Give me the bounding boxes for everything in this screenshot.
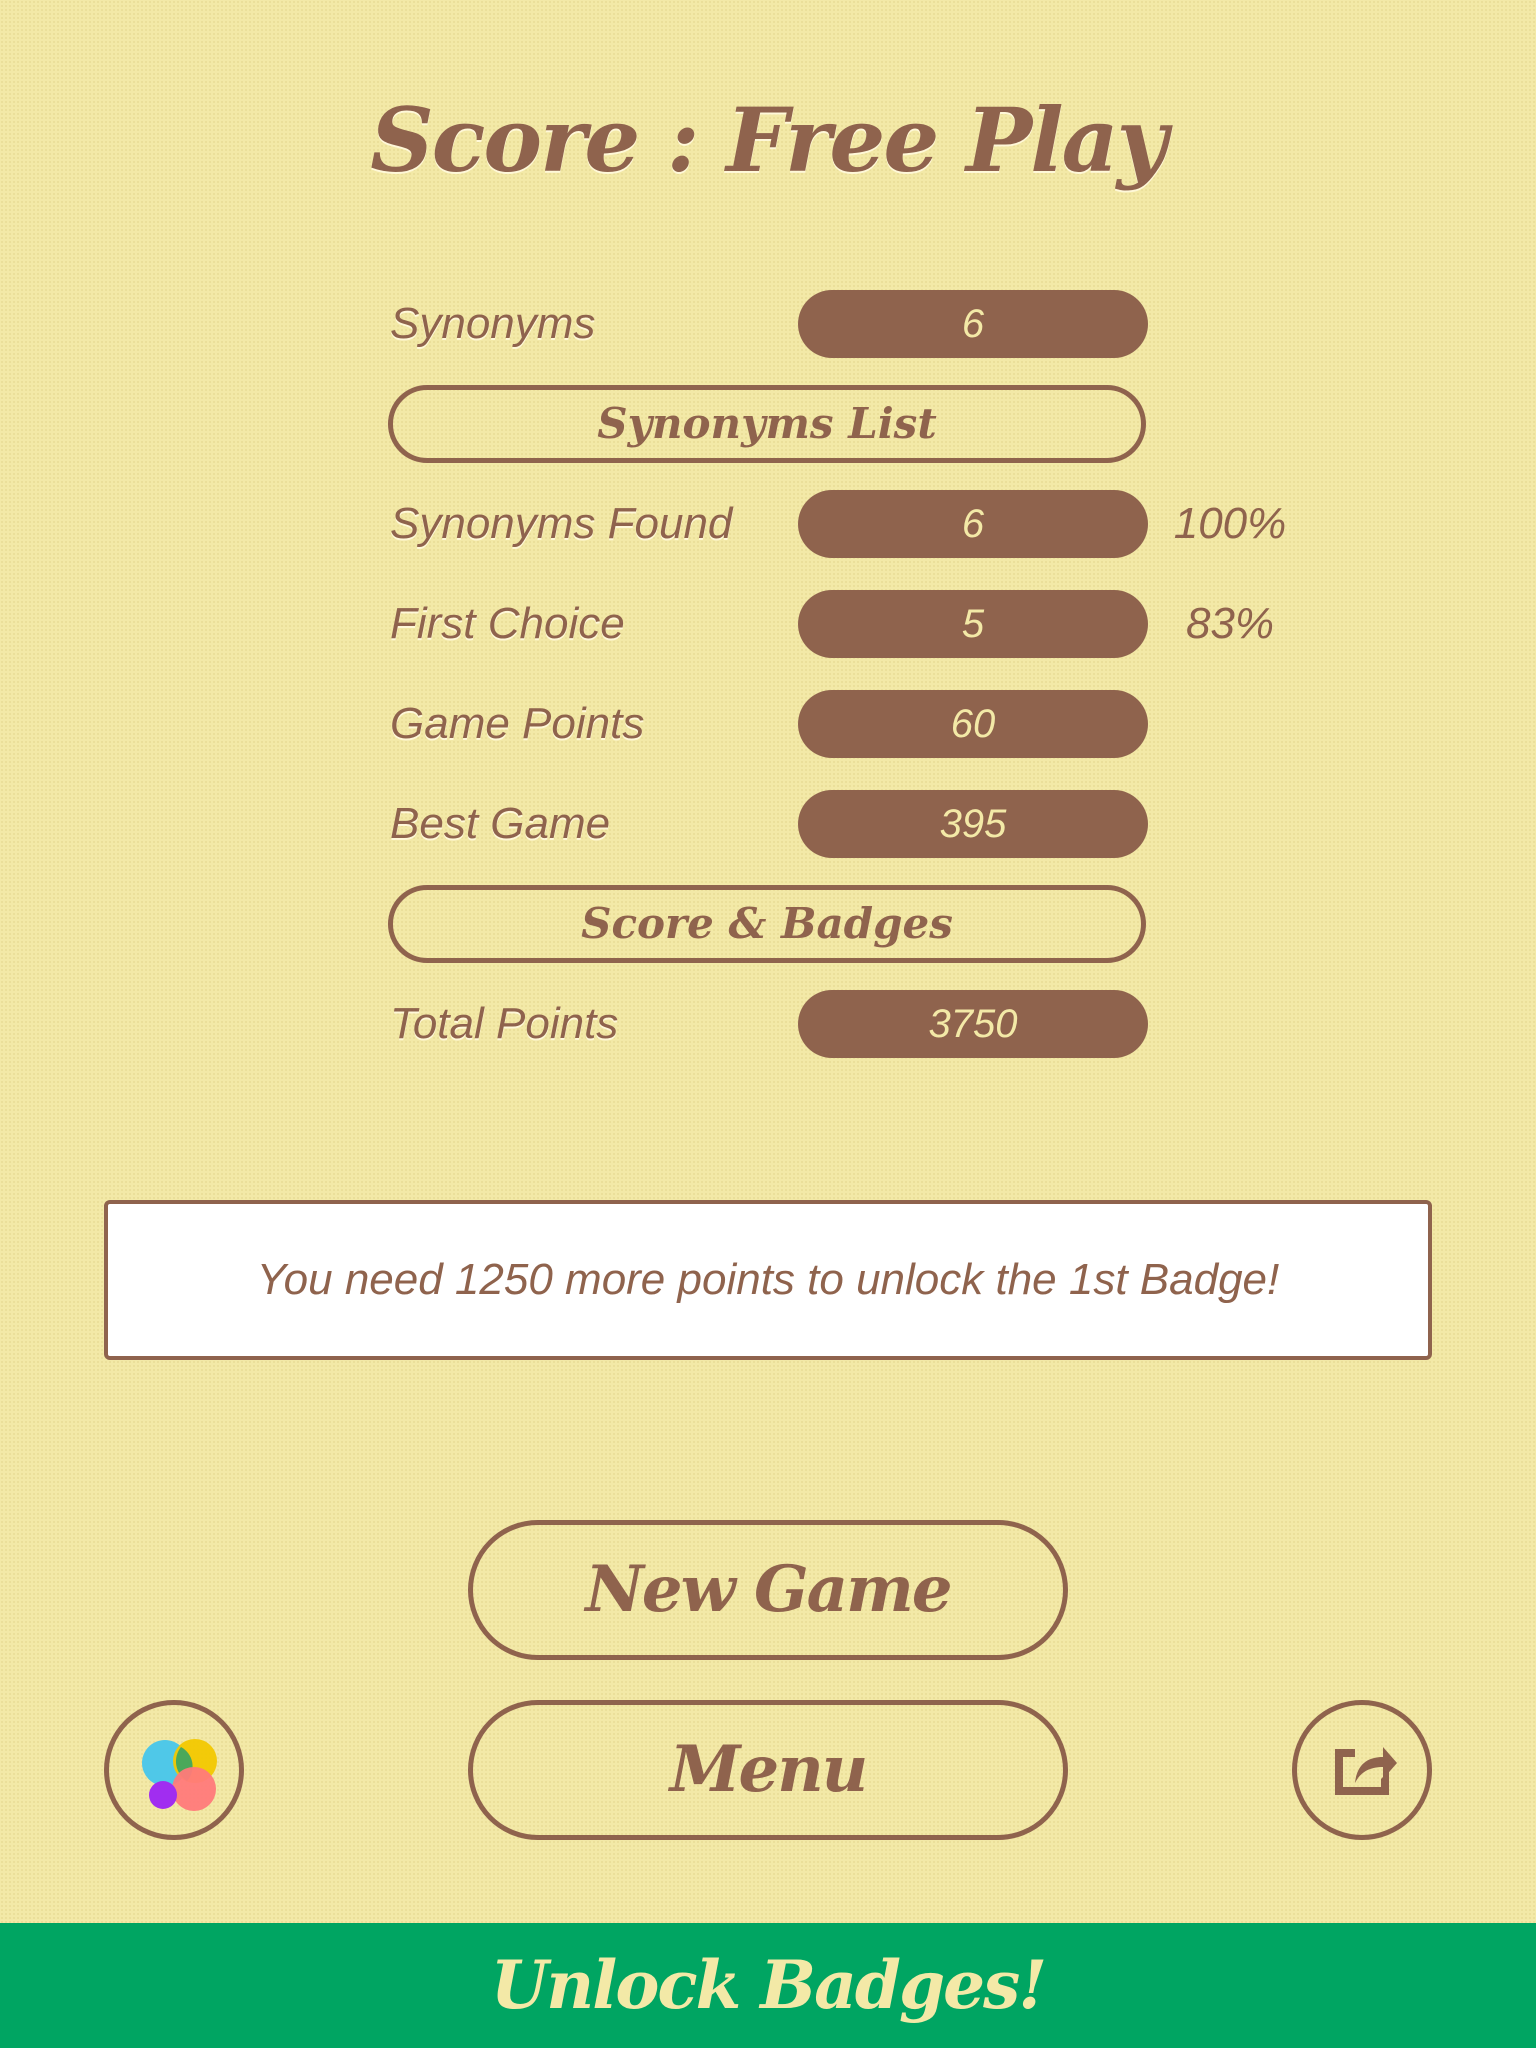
stat-row-best-game: Best Game 395 — [390, 790, 1290, 858]
stat-label: First Choice — [390, 599, 625, 648]
stat-row-synonyms: Synonyms 6 — [390, 290, 1290, 358]
game-center-icon — [142, 1739, 217, 1811]
score-badges-button[interactable]: Score & Badges — [388, 885, 1146, 963]
new-game-button[interactable]: New Game — [468, 1520, 1068, 1660]
stat-label: Game Points — [390, 699, 645, 748]
stat-value: 5 — [798, 590, 1148, 658]
stat-percent: 100% — [1173, 499, 1287, 548]
menu-button[interactable]: Menu — [468, 1700, 1068, 1840]
badge-message: You need 1250 more points to unlock the … — [104, 1200, 1432, 1360]
stat-value: 6 — [798, 290, 1148, 358]
stat-label: Synonyms — [390, 299, 596, 348]
stat-percent: 83% — [1185, 599, 1275, 648]
stat-value: 3750 — [798, 990, 1148, 1058]
stat-value: 395 — [798, 790, 1148, 858]
unlock-badges-banner[interactable]: Unlock Badges! — [0, 1923, 1536, 2048]
stat-label: Best Game — [390, 799, 611, 848]
page-title: Score : Free Play — [370, 88, 1168, 192]
stat-value: 6 — [798, 490, 1148, 558]
share-button[interactable] — [1292, 1700, 1432, 1840]
stat-row-synonyms-found: Synonyms Found 6 100% — [390, 490, 1290, 558]
share-icon — [1335, 1747, 1397, 1795]
synonyms-list-button[interactable]: Synonyms List — [388, 385, 1146, 463]
stat-label: Synonyms Found — [390, 499, 733, 548]
game-center-button[interactable] — [104, 1700, 244, 1840]
stat-label: Total Points — [390, 999, 619, 1048]
stat-row-game-points: Game Points 60 — [390, 690, 1290, 758]
stat-row-total-points: Total Points 3750 — [390, 990, 1290, 1058]
stat-row-first-choice: First Choice 5 83% — [390, 590, 1290, 658]
stat-value: 60 — [798, 690, 1148, 758]
